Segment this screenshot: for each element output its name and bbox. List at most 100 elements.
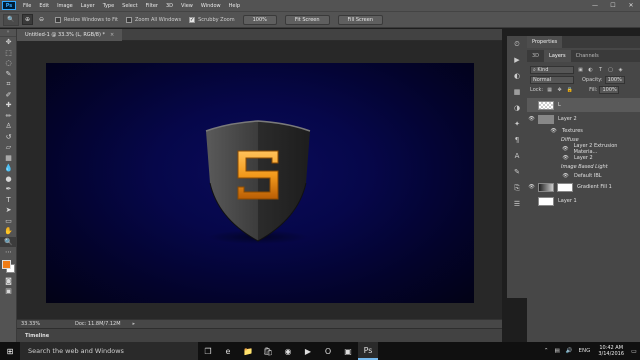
layer-row-layer-1[interactable]: Layer 1 xyxy=(527,194,640,208)
minimize-button[interactable]: — xyxy=(586,0,604,11)
document-tab[interactable]: Untitled-1 @ 33.3% (L, RGB/8) * × xyxy=(17,29,123,41)
workspace[interactable] xyxy=(17,41,502,319)
lock-all-icon[interactable]: 🔒 xyxy=(566,87,573,94)
tab-channels[interactable]: Channels xyxy=(571,50,604,62)
chrome-icon[interactable]: ◉ xyxy=(278,342,298,360)
swatches-icon[interactable]: ▦ xyxy=(507,84,527,100)
menu-edit[interactable]: Edit xyxy=(35,3,53,9)
color-swatches[interactable] xyxy=(0,258,16,276)
eye-icon[interactable]: 👁 xyxy=(561,155,570,161)
zoom-100-button[interactable]: 100% xyxy=(242,14,277,25)
opera-icon[interactable]: O xyxy=(318,342,338,360)
tab-layers[interactable]: Layers xyxy=(544,50,571,62)
shape-tool-icon[interactable]: ▭ xyxy=(0,216,17,227)
lasso-tool-icon[interactable]: ◌ xyxy=(0,58,17,69)
menu-image[interactable]: Image xyxy=(53,3,77,9)
network-icon[interactable]: ▤ xyxy=(554,348,559,354)
lock-pixels-icon[interactable]: ▦ xyxy=(546,87,553,94)
store-icon[interactable]: 🛍 xyxy=(258,342,278,360)
toolbox-grip-icon[interactable]: » xyxy=(0,29,16,37)
zoom-tool-icon[interactable]: 🔍 xyxy=(0,236,17,247)
taskbar-clock[interactable]: 10:42 AM 3/14/2016 xyxy=(598,345,624,357)
sublayer-default-ibl[interactable]: 👁 Default IBL xyxy=(527,171,640,180)
character-icon[interactable]: A xyxy=(507,148,527,164)
paragraph-icon[interactable]: ¶ xyxy=(507,132,527,148)
history-brush-tool-icon[interactable]: ↺ xyxy=(0,132,17,143)
taskbar-search-input[interactable]: Search the web and Windows xyxy=(20,342,198,360)
eye-icon[interactable]: 👁 xyxy=(561,146,570,152)
more-tools-icon[interactable]: ⋯ xyxy=(0,247,17,258)
menu-type[interactable]: Type xyxy=(99,3,118,9)
dodge-tool-icon[interactable]: ● xyxy=(0,174,17,185)
volume-icon[interactable]: 🔊 xyxy=(566,348,573,354)
media-player-icon[interactable]: ▶ xyxy=(298,342,318,360)
timeline-panel[interactable]: Timeline xyxy=(17,328,502,342)
brush-tool-icon[interactable]: ✏ xyxy=(0,111,17,122)
color-icon[interactable]: ◐ xyxy=(507,68,527,84)
eye-icon[interactable]: 👁 xyxy=(549,128,558,134)
close-button[interactable]: ✕ xyxy=(622,0,640,11)
menu-window[interactable]: Window xyxy=(197,3,225,9)
menu-layer[interactable]: Layer xyxy=(77,3,99,9)
fit-screen-button[interactable]: Fit Screen xyxy=(284,14,330,25)
menu-file[interactable]: File xyxy=(19,3,35,9)
zoom-level[interactable]: 33.33% xyxy=(17,321,47,327)
maximize-button[interactable]: ☐ xyxy=(604,0,622,11)
action-center-icon[interactable]: ▭ xyxy=(628,342,640,360)
menu-view[interactable]: View xyxy=(177,3,197,9)
layer-row-gradient-fill-1[interactable]: 👁 Gradient Fill 1 xyxy=(527,180,640,194)
windows-start-icon[interactable]: ⊞ xyxy=(0,342,20,360)
status-menu-arrow-icon[interactable]: ▸ xyxy=(133,321,136,327)
layer-kind-filter[interactable]: ⌕ Kind xyxy=(530,66,574,74)
fill-screen-button[interactable]: Fill Screen xyxy=(337,14,384,25)
type-tool-icon[interactable]: T xyxy=(0,195,17,206)
menu-3d[interactable]: 3D xyxy=(162,3,177,9)
scrubby-zoom-checkbox[interactable]: ✓ Scrubby Zoom xyxy=(189,16,235,23)
menu-filter[interactable]: Filter xyxy=(142,3,162,9)
sublayer-image-based-light[interactable]: Image Based Light xyxy=(527,162,640,171)
eye-icon[interactable]: 👁 xyxy=(527,116,536,122)
pen-tool-icon[interactable]: ✒ xyxy=(0,184,17,195)
styles-icon[interactable]: ✦ xyxy=(507,116,527,132)
zoom-tool-preset-icon[interactable]: 🔍 xyxy=(3,13,19,26)
close-tab-icon[interactable]: × xyxy=(110,32,114,38)
eraser-tool-icon[interactable]: ▱ xyxy=(0,142,17,153)
eye-icon[interactable]: 👁 xyxy=(561,173,570,179)
brush-presets-icon[interactable]: ✎ xyxy=(507,164,527,180)
adjustment-filter-icon[interactable]: ◐ xyxy=(587,67,594,74)
zoom-all-windows-checkbox[interactable]: Zoom All Windows xyxy=(126,16,181,23)
fill-input[interactable]: 100% xyxy=(599,86,620,94)
sublayer-extrusion-material[interactable]: 👁 Layer 2 Extrusion Materia... xyxy=(527,143,640,155)
layer-row-L[interactable]: L xyxy=(527,98,640,112)
move-tool-icon[interactable]: ✥ xyxy=(0,37,17,48)
clone-stamp-tool-icon[interactable]: ♙ xyxy=(0,121,17,132)
tab-3d[interactable]: 3D xyxy=(527,50,544,62)
task-view-icon[interactable]: ❐ xyxy=(198,342,218,360)
smart-filter-icon[interactable]: ◈ xyxy=(617,67,624,74)
quick-mask-icon[interactable]: ◙ xyxy=(0,276,17,287)
marquee-tool-icon[interactable]: ⬚ xyxy=(0,48,17,59)
hand-tool-icon[interactable]: ✋ xyxy=(0,226,17,237)
type-filter-icon[interactable]: T xyxy=(597,67,604,74)
zoom-in-icon[interactable]: ⊕ xyxy=(22,14,33,25)
libraries-icon[interactable]: ☰ xyxy=(507,196,527,212)
quick-select-tool-icon[interactable]: ✎ xyxy=(0,69,17,80)
healing-brush-tool-icon[interactable]: ✚ xyxy=(0,100,17,111)
screen-mode-icon[interactable]: ▣ xyxy=(0,286,17,297)
clone-source-icon[interactable]: ⎘ xyxy=(507,180,527,196)
blend-mode-select[interactable]: Normal xyxy=(530,76,574,84)
eyedropper-tool-icon[interactable]: ✐ xyxy=(0,90,17,101)
shape-filter-icon[interactable]: ▢ xyxy=(607,67,614,74)
pixel-filter-icon[interactable]: ▣ xyxy=(577,67,584,74)
opacity-input[interactable]: 100% xyxy=(604,76,625,84)
zoom-out-icon[interactable]: ⊖ xyxy=(36,14,47,25)
language-indicator[interactable]: ENG xyxy=(579,348,591,354)
tab-properties[interactable]: Properties xyxy=(527,36,563,48)
blur-tool-icon[interactable]: 💧 xyxy=(0,163,17,174)
app-icon[interactable]: ▣ xyxy=(338,342,358,360)
sublayer-layer-2[interactable]: 👁 Layer 2 xyxy=(527,153,640,162)
sublayer-textures[interactable]: 👁 Textures xyxy=(527,126,640,135)
foreground-color-swatch[interactable] xyxy=(2,259,11,269)
lock-position-icon[interactable]: ✥ xyxy=(556,87,563,94)
document-canvas[interactable] xyxy=(46,63,474,303)
